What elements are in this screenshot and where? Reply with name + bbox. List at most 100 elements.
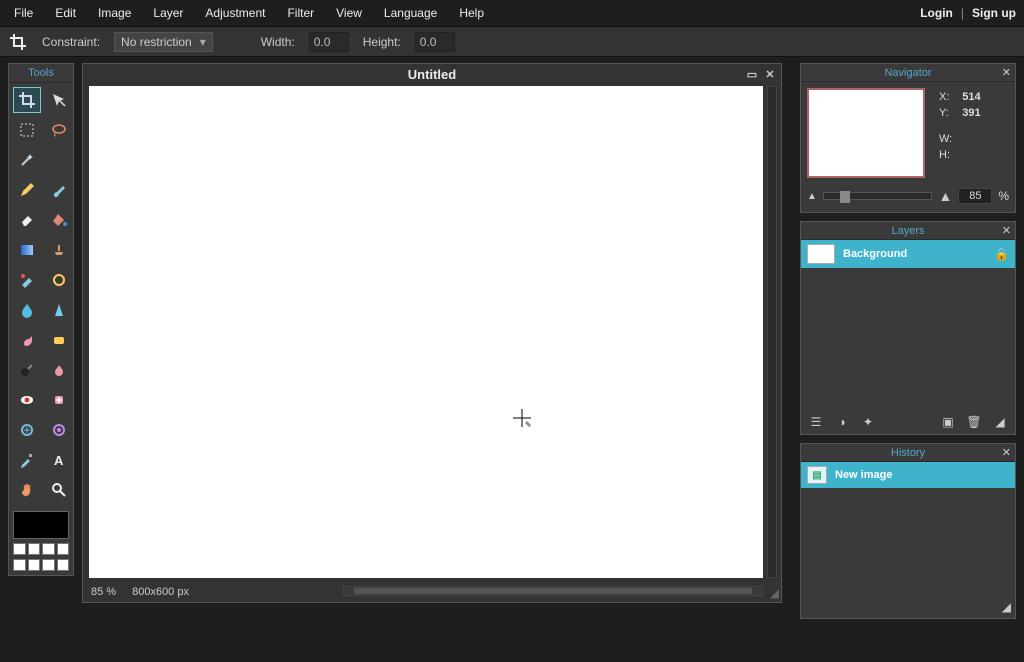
- history-item[interactable]: ▤ New image: [801, 462, 1015, 488]
- tool-crop[interactable]: [13, 87, 41, 113]
- close-icon[interactable]: ✕: [1002, 446, 1011, 459]
- tool-pencil[interactable]: [13, 177, 41, 203]
- resize-grip-icon[interactable]: ◢: [993, 600, 1011, 616]
- palette-swatch[interactable]: [57, 543, 70, 555]
- new-layer-icon[interactable]: ▣: [939, 414, 957, 430]
- menu-file[interactable]: File: [14, 6, 33, 20]
- tool-paint-bucket[interactable]: [45, 207, 73, 233]
- menu-layer[interactable]: Layer: [153, 6, 183, 20]
- lock-icon[interactable]: 🔒: [994, 247, 1009, 261]
- tool-blur[interactable]: [13, 297, 41, 323]
- zoom-pct-label: %: [106, 586, 116, 598]
- tool-brush[interactable]: [45, 177, 73, 203]
- navigator-info: X:514 Y:391 W: H:: [933, 88, 1009, 178]
- menu-language[interactable]: Language: [384, 6, 437, 20]
- document-title: Untitled: [408, 67, 456, 82]
- foreground-color-swatch[interactable]: [13, 511, 69, 539]
- close-icon[interactable]: ✕: [1002, 224, 1011, 237]
- layer-settings-icon[interactable]: ☰: [807, 414, 825, 430]
- tool-wand[interactable]: [13, 147, 41, 173]
- tool-hand[interactable]: [13, 477, 41, 503]
- tool-smudge[interactable]: [13, 327, 41, 353]
- navigator-zoom-value[interactable]: 85: [958, 188, 992, 204]
- resize-grip-icon[interactable]: ◢: [991, 414, 1009, 430]
- menu-filter[interactable]: Filter: [287, 6, 314, 20]
- canvas[interactable]: [89, 86, 763, 578]
- palette-swatch[interactable]: [28, 543, 41, 555]
- document-window: Untitled ▭ ✕ 85 % 800x600 px ◢: [82, 63, 782, 603]
- history-panel: History ✕ ▤ New image ◢: [800, 443, 1016, 619]
- navigator-title: Navigator: [884, 67, 931, 79]
- menubar: File Edit Image Layer Adjustment Filter …: [0, 0, 1024, 27]
- navigator-thumbnail[interactable]: [807, 88, 925, 178]
- tool-bloat[interactable]: [13, 417, 41, 443]
- tool-spot-heal[interactable]: [45, 387, 73, 413]
- palette-swatch[interactable]: [42, 559, 55, 571]
- menu-view[interactable]: View: [336, 6, 362, 20]
- height-input[interactable]: 0.0: [415, 32, 455, 52]
- layer-thumbnail: [807, 244, 835, 264]
- zoom-slider[interactable]: [823, 192, 933, 200]
- layer-name: Background: [843, 248, 907, 260]
- zoom-in-icon[interactable]: ▲: [938, 188, 952, 204]
- menu-image[interactable]: Image: [98, 6, 131, 20]
- height-label: Height:: [363, 35, 401, 49]
- zoom-value: 85: [91, 586, 103, 598]
- horizontal-scrollbar[interactable]: [343, 586, 763, 596]
- close-icon[interactable]: ✕: [1002, 66, 1011, 79]
- tool-move[interactable]: [45, 87, 73, 113]
- crop-icon: [8, 32, 28, 52]
- history-title: History: [891, 447, 925, 459]
- maximize-icon[interactable]: ▭: [745, 67, 759, 81]
- login-link[interactable]: Login: [920, 6, 953, 20]
- svg-text:A: A: [54, 453, 64, 468]
- signup-link[interactable]: Sign up: [972, 6, 1016, 20]
- palette-swatch[interactable]: [57, 559, 70, 571]
- resize-grip-icon[interactable]: ◢: [770, 586, 779, 600]
- tool-pinch[interactable]: [45, 417, 73, 443]
- layers-title: Layers: [891, 225, 924, 237]
- history-item-label: New image: [835, 469, 892, 481]
- palette-swatch[interactable]: [42, 543, 55, 555]
- tool-color-replace[interactable]: [13, 267, 41, 293]
- tool-clone-stamp[interactable]: [45, 237, 73, 263]
- layer-styles-icon[interactable]: ✦: [859, 414, 877, 430]
- tool-empty: [45, 147, 73, 173]
- tool-eraser[interactable]: [13, 207, 41, 233]
- tool-red-eye[interactable]: [13, 387, 41, 413]
- menu-adjustment[interactable]: Adjustment: [205, 6, 265, 20]
- tool-sharpen[interactable]: [45, 297, 73, 323]
- add-mask-icon[interactable]: ◑: [833, 414, 851, 430]
- tool-type[interactable]: A: [45, 447, 73, 473]
- width-input[interactable]: 0.0: [309, 32, 349, 52]
- menu-edit[interactable]: Edit: [55, 6, 76, 20]
- vertical-scrollbar[interactable]: [767, 86, 777, 578]
- tool-drawing[interactable]: [45, 267, 73, 293]
- palette-swatch[interactable]: [28, 559, 41, 571]
- layer-item[interactable]: Background 🔒: [801, 240, 1015, 268]
- close-icon[interactable]: ✕: [763, 67, 777, 81]
- tool-burn[interactable]: [45, 357, 73, 383]
- delete-layer-icon[interactable]: 🗑: [965, 414, 983, 430]
- navigator-panel: Navigator ✕ X:514 Y:391 W: H: ▲: [800, 63, 1016, 213]
- palette-swatch[interactable]: [13, 559, 26, 571]
- history-thumbnail-icon: ▤: [807, 466, 827, 484]
- tools-panel: Tools A: [8, 63, 74, 576]
- constraint-select[interactable]: No restriction: [114, 32, 213, 52]
- constraint-label: Constraint:: [42, 35, 100, 49]
- tool-lasso[interactable]: [45, 117, 73, 143]
- tool-marquee[interactable]: [13, 117, 41, 143]
- tools-panel-title: Tools: [9, 64, 73, 83]
- tool-sponge[interactable]: [45, 327, 73, 353]
- pct-label: %: [998, 189, 1009, 203]
- tool-dodge[interactable]: [13, 357, 41, 383]
- tool-gradient[interactable]: [13, 237, 41, 263]
- width-label: Width:: [261, 35, 295, 49]
- menu-help[interactable]: Help: [459, 6, 484, 20]
- zoom-out-icon[interactable]: ▲: [807, 191, 817, 202]
- options-bar: Constraint: No restriction Width: 0.0 He…: [0, 27, 1024, 57]
- palette-swatch[interactable]: [13, 543, 26, 555]
- tool-zoom[interactable]: [45, 477, 73, 503]
- tool-color-picker[interactable]: [13, 447, 41, 473]
- layers-panel: Layers ✕ Background 🔒 ☰ ◑ ✦ ▣ 🗑: [800, 221, 1016, 435]
